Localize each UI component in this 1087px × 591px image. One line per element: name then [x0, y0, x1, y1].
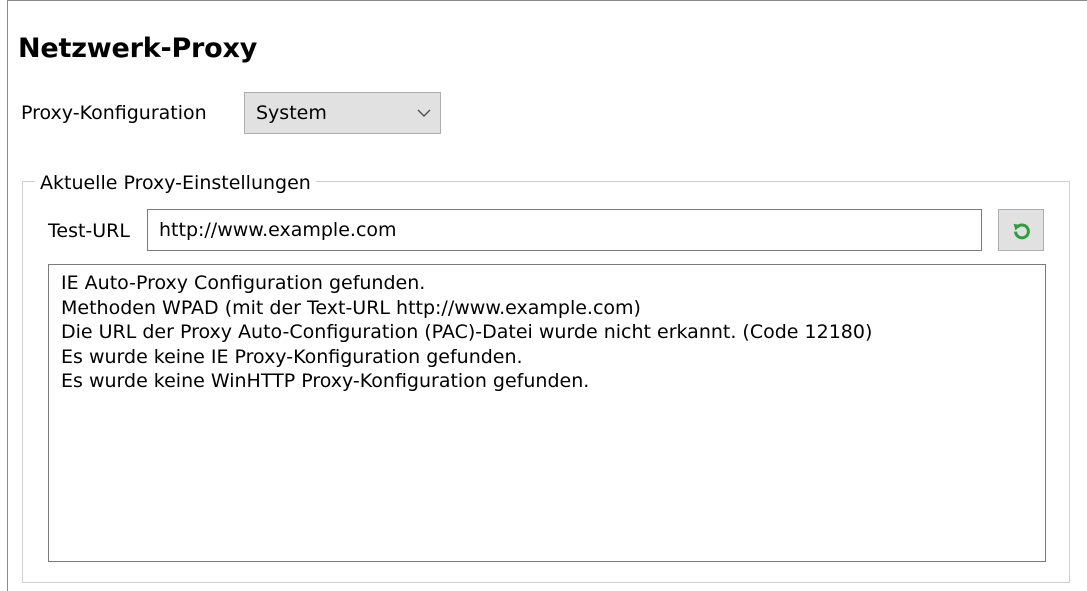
output-line: Es wurde keine IE Proxy-Konfiguration ge… [61, 345, 523, 368]
refresh-button[interactable] [998, 209, 1044, 251]
test-url-label: Test-URL [48, 220, 130, 242]
proxy-configuration-select[interactable]: System [244, 92, 441, 134]
proxy-detection-output: IE Auto-Proxy Configuration gefunden. Me… [48, 264, 1046, 562]
page-title: Netzwerk-Proxy [18, 33, 258, 64]
output-line: Es wurde keine WinHTTP Proxy-Konfigurati… [61, 370, 590, 392]
test-url-input[interactable] [147, 209, 982, 251]
current-proxy-settings-legend: Aktuelle Proxy-Einstellungen [35, 171, 316, 195]
output-line: IE Auto-Proxy Configuration gefunden. [61, 272, 426, 294]
refresh-icon [1013, 223, 1030, 240]
output-line: Die URL der Proxy Auto-Configuration (PA… [61, 321, 873, 343]
output-line: Methoden WPAD (mit der Text-URL http://w… [61, 296, 641, 319]
chevron-down-icon [417, 109, 431, 117]
proxy-configuration-label: Proxy-Konfiguration [21, 102, 207, 124]
proxy-configuration-value: System [256, 102, 327, 124]
